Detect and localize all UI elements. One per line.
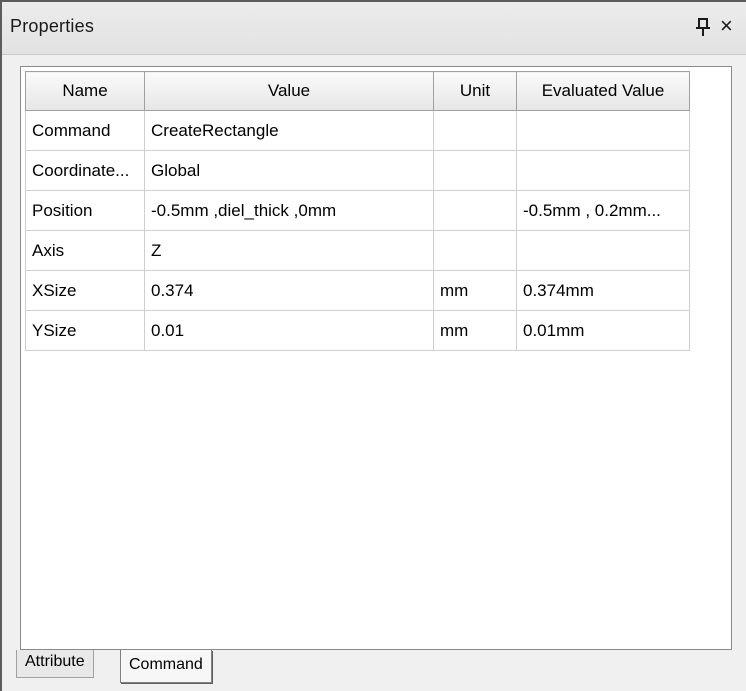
pin-icon[interactable]: [694, 16, 712, 38]
cell-unit[interactable]: mm: [433, 310, 517, 351]
cell-value[interactable]: Z: [144, 230, 434, 271]
tab-command[interactable]: Command: [120, 650, 212, 683]
cell-evaluated-value: -0.5mm , 0.2mm...: [516, 190, 690, 231]
cell-value[interactable]: CreateRectangle: [144, 110, 434, 151]
column-header-name[interactable]: Name: [25, 71, 145, 111]
cell-value[interactable]: 0.374: [144, 270, 434, 311]
table-row[interactable]: XSize 0.374 mm 0.374mm: [25, 270, 690, 311]
panel-title: Properties: [10, 16, 95, 36]
column-header-value[interactable]: Value: [144, 71, 434, 111]
cell-name: Axis: [25, 230, 145, 271]
cell-unit[interactable]: [433, 110, 517, 151]
tab-strip: Attribute Command: [16, 650, 736, 684]
header-row: Name Value Unit Evaluated Value: [25, 71, 690, 111]
cell-evaluated-value: [516, 110, 690, 151]
property-table: Name Value Unit Evaluated Value Command …: [25, 71, 690, 351]
panel-titlebar: Properties ×: [2, 2, 746, 55]
table-row[interactable]: YSize 0.01 mm 0.01mm: [25, 310, 690, 351]
cell-value[interactable]: 0.01: [144, 310, 434, 351]
cell-name: Position: [25, 190, 145, 231]
cell-evaluated-value: 0.01mm: [516, 310, 690, 351]
table-row[interactable]: Axis Z: [25, 230, 690, 271]
cell-name: Coordinate...: [25, 150, 145, 191]
cell-unit[interactable]: [433, 150, 517, 191]
cell-name: YSize: [25, 310, 145, 351]
column-header-evaluated-value[interactable]: Evaluated Value: [516, 71, 690, 111]
table-row[interactable]: Coordinate... Global: [25, 150, 690, 191]
column-header-unit[interactable]: Unit: [433, 71, 517, 111]
table-row[interactable]: Command CreateRectangle: [25, 110, 690, 151]
cell-evaluated-value: 0.374mm: [516, 270, 690, 311]
cell-name: Command: [25, 110, 145, 151]
cell-value[interactable]: Global: [144, 150, 434, 191]
cell-value[interactable]: -0.5mm ,diel_thick ,0mm: [144, 190, 434, 231]
cell-name: XSize: [25, 270, 145, 311]
cell-unit[interactable]: [433, 230, 517, 271]
cell-unit[interactable]: mm: [433, 270, 517, 311]
cell-unit[interactable]: [433, 190, 517, 231]
properties-panel: Properties × Name Value Unit Evaluated V…: [2, 2, 746, 691]
cell-evaluated-value: [516, 230, 690, 271]
property-grid: Name Value Unit Evaluated Value Command …: [20, 66, 732, 650]
cell-evaluated-value: [516, 150, 690, 191]
tab-attribute[interactable]: Attribute: [16, 650, 94, 678]
close-icon[interactable]: ×: [720, 15, 733, 37]
table-row[interactable]: Position -0.5mm ,diel_thick ,0mm -0.5mm …: [25, 190, 690, 231]
property-grid-body: Name Value Unit Evaluated Value Command …: [25, 71, 727, 645]
